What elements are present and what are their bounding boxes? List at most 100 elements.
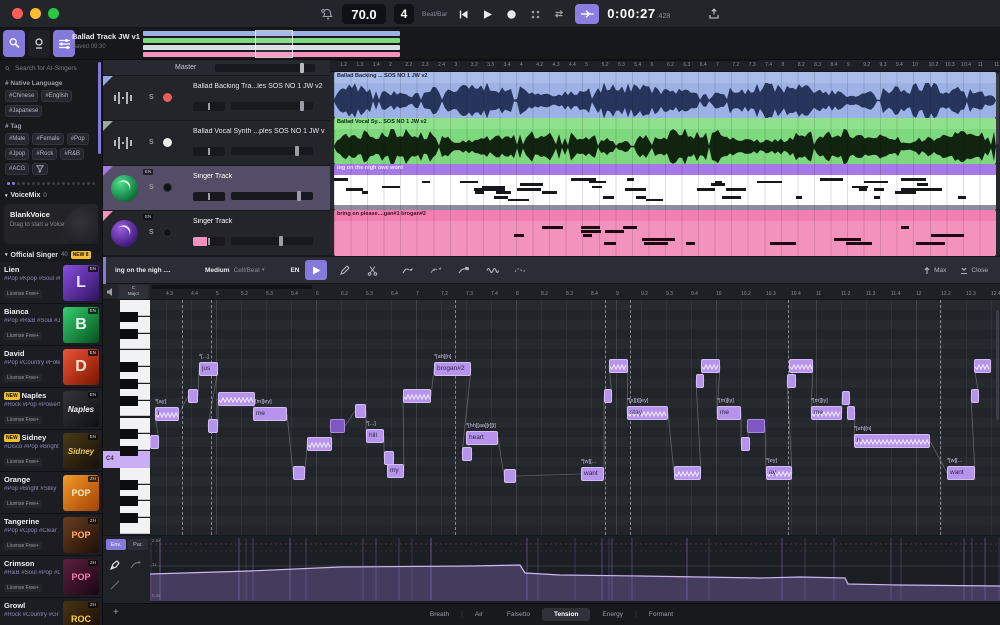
- beats-per-bar-value[interactable]: 4: [394, 4, 414, 24]
- note[interactable]: [150, 435, 159, 449]
- skip-to-start-button[interactable]: [455, 6, 471, 22]
- singer-card[interactable]: NEWSidney#Disco #Pop #BrightLicense Free…: [0, 430, 102, 472]
- track-header-row[interactable]: ENSSinger Track: [103, 166, 330, 211]
- piano-key-black[interactable]: [120, 446, 138, 456]
- volume-thumb[interactable]: [279, 236, 283, 246]
- mute-dot-button[interactable]: [163, 228, 172, 237]
- singer-track-avatar[interactable]: [111, 220, 138, 247]
- close-window-button[interactable]: [12, 8, 23, 19]
- anchor-pen-tool-button[interactable]: [108, 558, 122, 572]
- arrangement-minimap[interactable]: [143, 31, 400, 57]
- arrangement-lane[interactable]: Ballad Vocal Sy... SOS NO 1 JW v2: [330, 118, 1000, 164]
- note[interactable]: [208, 419, 218, 433]
- parameter-tab-formant[interactable]: Formant: [637, 608, 685, 621]
- pencil-tool-button[interactable]: [333, 260, 355, 280]
- language-filter-chip[interactable]: #Chinese: [5, 90, 38, 102]
- singer-card[interactable]: David#Pop #Country #FolkLicense Free+DEN: [0, 346, 102, 388]
- filter-icon[interactable]: [32, 163, 48, 175]
- tag-filter-chip[interactable]: #Pop: [67, 133, 89, 145]
- parameter-tab-energy[interactable]: Energy: [590, 608, 635, 621]
- voicemix-section-header[interactable]: ▾ VoiceMix 0: [0, 187, 102, 202]
- sidebar-scrollbar[interactable]: [98, 62, 101, 154]
- carousel-dot[interactable]: [92, 182, 95, 185]
- note[interactable]: [609, 359, 628, 373]
- note[interactable]: ay: [766, 466, 792, 480]
- track-header-row[interactable]: SBallad Backing Tra...les SOS NO 1 JW v2: [103, 76, 330, 121]
- pan-slider[interactable]: [193, 192, 225, 201]
- note[interactable]: [604, 389, 612, 403]
- note[interactable]: [787, 374, 796, 388]
- tag-filter-chip[interactable]: #R&B: [60, 148, 84, 160]
- tag-filter-chip[interactable]: #Male: [5, 133, 29, 145]
- vibrato-tool-button[interactable]: [481, 260, 503, 280]
- note[interactable]: [355, 404, 366, 418]
- clip[interactable]: Ballad Backing ... SOS NO 1 JW v2: [334, 72, 996, 118]
- zoom-window-button[interactable]: [48, 8, 59, 19]
- solo-button[interactable]: S: [149, 94, 154, 101]
- speaker-icon[interactable]: [106, 287, 116, 297]
- tab-parameters[interactable]: Par.: [128, 539, 148, 550]
- carousel-dot[interactable]: [62, 182, 65, 185]
- track-header-row[interactable]: SBallad Vocal Synth ...ples SOS NO 1 JW …: [103, 121, 330, 166]
- clip[interactable]: Ballad Vocal Sy... SOS NO 1 JW v2: [334, 118, 996, 164]
- record-button[interactable]: [503, 6, 519, 22]
- solo-button[interactable]: S: [149, 184, 154, 191]
- note[interactable]: [747, 419, 765, 433]
- singer-track-avatar[interactable]: [111, 175, 138, 202]
- carousel-dot[interactable]: [87, 182, 90, 185]
- note[interactable]: [504, 469, 516, 483]
- volume-thumb[interactable]: [297, 191, 301, 201]
- singer-library-button[interactable]: [3, 30, 25, 57]
- line-tool-button[interactable]: [108, 578, 122, 592]
- note[interactable]: n: [854, 434, 930, 448]
- carousel-dot[interactable]: [47, 182, 50, 185]
- note[interactable]: me: [717, 406, 741, 420]
- volume-thumb[interactable]: [295, 146, 299, 156]
- carousel-dot[interactable]: [7, 182, 10, 185]
- grid-mode-label[interactable]: Cell/Beat: [234, 267, 260, 274]
- singer-card[interactable]: Orange#Pop #Bright #SilkyLicense Free+PO…: [0, 472, 102, 514]
- singer-card[interactable]: Lien#Pop #Kpop #Soul #R&BLicense Free+LE…: [0, 262, 102, 304]
- arrangement-lane[interactable]: ing on the nigh owe wont: [330, 164, 1000, 210]
- note[interactable]: [696, 374, 704, 388]
- envelope-editor[interactable]: 2.5x 1x 0.3x: [150, 535, 1000, 603]
- note[interactable]: brogan#2: [434, 362, 471, 376]
- note[interactable]: [384, 451, 394, 465]
- carousel-dot[interactable]: [37, 182, 40, 185]
- piano-key-black[interactable]: [120, 396, 138, 406]
- parameter-tab-falsetto[interactable]: Falsetto: [495, 608, 542, 621]
- singer-card[interactable]: Growl#Rock #Country #GrLicense Free+ROCZ…: [0, 598, 102, 625]
- search-input[interactable]: [13, 64, 97, 73]
- mute-dot-button[interactable]: [163, 138, 172, 147]
- carousel-dot[interactable]: [77, 182, 80, 185]
- carousel-dot[interactable]: [12, 182, 15, 185]
- piano-key-black[interactable]: [120, 312, 138, 322]
- piano-keyboard[interactable]: C4: [103, 300, 150, 535]
- carousel-dot[interactable]: [22, 182, 25, 185]
- carousel-dot[interactable]: [52, 182, 55, 185]
- carousel-dot[interactable]: [72, 182, 75, 185]
- note[interactable]: [330, 419, 345, 433]
- clip[interactable]: ing on the nigh owe wont: [334, 164, 996, 210]
- pan-slider[interactable]: [193, 237, 225, 246]
- piano-roll-hscrollbar[interactable]: [152, 285, 312, 289]
- parameter-tab-tension[interactable]: Tension: [542, 608, 590, 621]
- singer-card[interactable]: Crimson#R&B #Soul #Pop #CLicense Free+PO…: [0, 556, 102, 598]
- tag-filter-chip[interactable]: #Rock: [32, 148, 57, 160]
- scissors-tool-button[interactable]: [361, 260, 383, 280]
- note[interactable]: [188, 389, 198, 403]
- solo-button[interactable]: S: [149, 139, 154, 146]
- carousel-dot[interactable]: [42, 182, 45, 185]
- arrangement-lane[interactable]: bring on please....gan#1 brogan#2: [330, 210, 1000, 256]
- note[interactable]: hill: [366, 429, 384, 443]
- volume-slider[interactable]: [231, 237, 313, 245]
- pan-slider[interactable]: [193, 102, 225, 111]
- carousel-dots[interactable]: [0, 176, 102, 187]
- arrangement-ruler[interactable]: 1.21.31.422.22.32.433.23.33.444.24.34.45…: [330, 60, 1000, 72]
- parameter-tab-breath[interactable]: Breath: [418, 608, 461, 621]
- arrangement-area[interactable]: 1.21.31.422.22.32.433.23.33.444.24.34.45…: [330, 60, 1000, 256]
- key-signature-box[interactable]: C Major: [103, 284, 150, 300]
- carousel-dot[interactable]: [32, 182, 35, 185]
- anchor-pitch-tool-button[interactable]: [425, 260, 447, 280]
- erase-pitch-tool-button[interactable]: [453, 260, 475, 280]
